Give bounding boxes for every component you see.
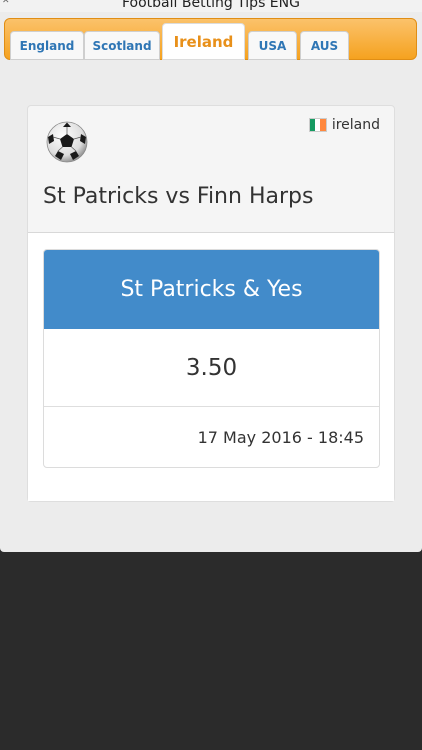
kickoff-time: 17 May 2016 - 18:45: [197, 427, 364, 447]
country-tag: ireland: [308, 116, 380, 134]
soccer-ball-icon: [46, 121, 88, 163]
tab-scotland[interactable]: Scotland: [84, 31, 160, 60]
tab-ireland[interactable]: Ireland: [162, 23, 245, 60]
app-panel: England Scotland Ireland USA AUS ireland…: [0, 12, 422, 552]
tip-label: St Patricks & Yes: [44, 250, 379, 329]
country-tab-bar: England Scotland Ireland USA AUS: [4, 18, 417, 60]
tab-aus[interactable]: AUS: [300, 31, 349, 60]
match-title: St Patricks vs Finn Harps: [43, 184, 314, 209]
ireland-flag-icon: [308, 118, 327, 132]
window-title: Football Betting Tips ENG: [122, 0, 300, 11]
tab-england[interactable]: England: [10, 31, 84, 60]
country-label: ireland: [331, 117, 380, 133]
odds-value: 3.50: [44, 329, 379, 407]
status-bar: ✕ Football Betting Tips ENG: [0, 0, 422, 12]
tab-usa[interactable]: USA: [248, 31, 297, 60]
tip-box: St Patricks & Yes 3.50 17 May 2016 - 18:…: [43, 249, 380, 468]
match-tip-card: ireland St Patricks vs Finn Harps St Pat…: [27, 105, 395, 502]
